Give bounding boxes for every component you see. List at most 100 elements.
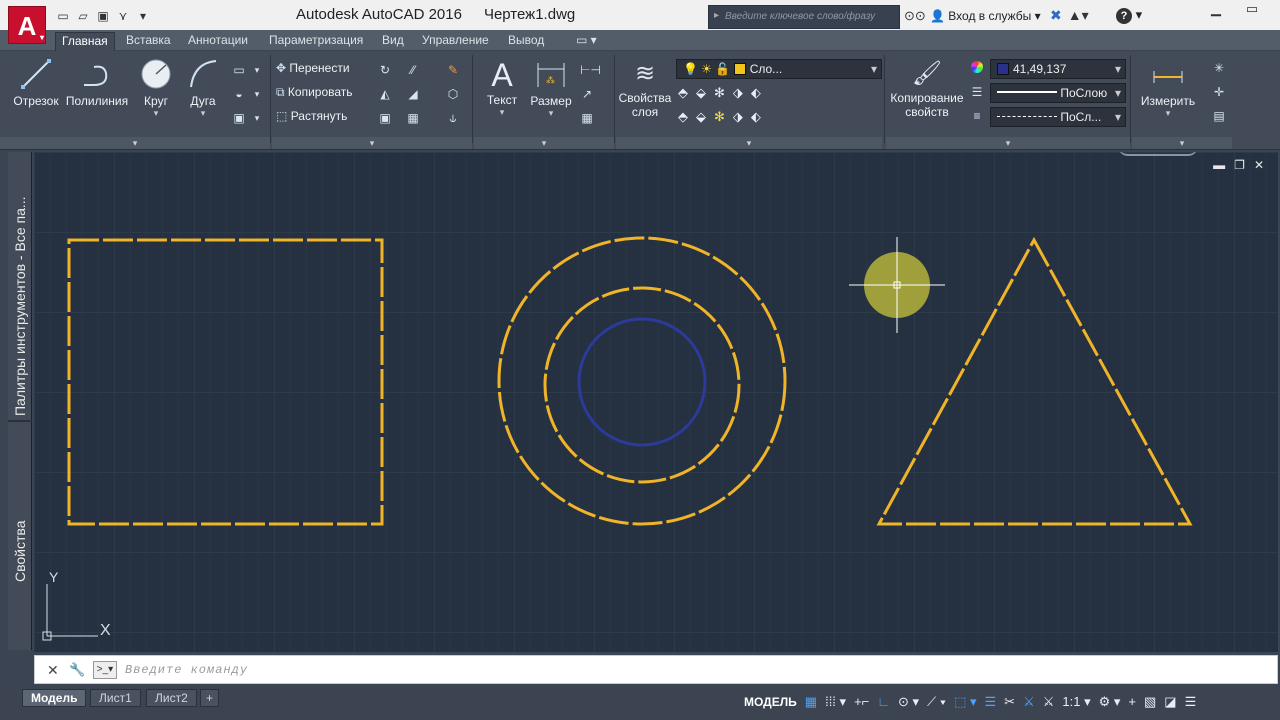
match-properties-button[interactable]: 🖌 Копирование свойств [886,57,968,119]
ortho-mode-icon[interactable]: ∟ [873,689,894,715]
array-icon[interactable]: ▦ [406,111,420,125]
layer-walk-icon[interactable]: ⬙ [696,109,706,125]
hardware-acceleration-icon[interactable]: ▧ [1140,689,1160,715]
share-icon[interactable]: ⋎ [116,9,130,23]
tab-model[interactable]: Модель [22,689,87,707]
point-icon[interactable]: ✛ [1212,85,1226,99]
rotate-icon[interactable]: ↻ [378,63,392,77]
layer-dropdown[interactable]: 💡 ☀ 🔓 Сло... [676,59,882,79]
leader-icon[interactable]: ↗ [580,87,594,101]
color-dropdown[interactable]: 41,49,137 [990,59,1126,79]
layer-merge-icon[interactable]: ⬖ [751,109,761,125]
tab-output[interactable]: Вывод [502,32,550,51]
circle-dropdown-icon[interactable]: ▾ [134,108,178,119]
move-button[interactable]: ✥ Перенести [276,61,350,75]
workspace-gear-icon[interactable]: ⚙ ▾ [1095,689,1125,715]
circle-button[interactable]: Круг ▾ [134,57,178,119]
region-icon[interactable]: ▣ [232,111,246,125]
layer-off-icon[interactable]: ⬘ [678,85,688,101]
stretch-button[interactable]: ⬚ Растянуть [276,109,347,123]
scale-icon[interactable]: ▣ [378,111,392,125]
lineweight-dropdown[interactable]: ПоСл... [990,107,1126,127]
tab-layout2[interactable]: Лист2 [146,689,197,707]
tab-view[interactable]: Вид [376,32,410,51]
polyline-button[interactable]: Полилиния [64,57,130,108]
quick-select-icon[interactable]: ✳ [1212,61,1226,75]
grid-display-icon[interactable]: ▦ [801,689,821,715]
linear-dim-icon[interactable]: ⊢⊣ [580,63,601,77]
viewport-minimize-icon[interactable]: ▬ [1213,158,1225,172]
rectangle-dropdown-icon[interactable]: ▾ [250,63,264,77]
polar-tracking-icon[interactable]: ⊙ ▾ [894,689,923,715]
save-icon[interactable]: ▣ [96,9,110,23]
open-icon[interactable]: ▱ [76,9,90,23]
layer-thaw-icon[interactable]: ✻ [714,109,725,125]
viewport-close-icon[interactable]: ✕ [1254,158,1264,172]
customization-menu-icon[interactable]: ☰ [1181,689,1201,715]
annotation-visibility-icon[interactable]: ⚔ [1019,689,1039,715]
signin-button[interactable]: 👤 Вход в службы ▾ [930,9,1041,23]
help-button[interactable]: ? ▾ [1116,7,1146,27]
autodesk-icon[interactable]: ▲▾ [1068,7,1089,24]
properties-panel-footer[interactable]: ▾ [886,137,1130,149]
calculator-icon[interactable]: ▤ [1212,109,1226,123]
fillet-icon[interactable]: ◢ [406,87,420,101]
isolate-objects-icon[interactable]: ◪ [1160,689,1180,715]
ribbon-options-icon[interactable]: ▭ ▾ [570,32,603,51]
tool-palettes-tab[interactable]: Палитры инструментов - Все па... [12,166,28,416]
layer-lock-icon[interactable]: ⬗ [733,85,743,101]
lineweight-toggle-icon[interactable]: ☰ [981,689,1001,715]
mirror-icon[interactable]: ◭ [378,87,392,101]
tab-insert[interactable]: Вставка [120,32,177,51]
layer-unlock-icon[interactable]: ⬗ [733,109,743,125]
selection-cycling-icon[interactable]: ✂ [1000,689,1019,715]
new-icon[interactable]: ▭ [56,9,70,23]
measure-button[interactable]: Измерить ▾ [1136,57,1200,119]
command-close-icon[interactable]: ✕ [47,662,59,679]
copy-button[interactable]: ⧉ Копировать [276,85,353,100]
explode-icon[interactable]: ⬡ [446,87,460,101]
viewport-restore-icon[interactable]: ❐ [1234,158,1245,172]
text-button[interactable]: A Текст ▾ [480,57,524,118]
exchange-icon[interactable]: ✖ [1050,7,1062,24]
object-snap-icon[interactable]: ⬚ ▾ [950,689,980,715]
dimension-dropdown-icon[interactable]: ▾ [528,108,574,119]
tab-home[interactable]: Главная [55,32,115,51]
table-icon[interactable]: ▦ [580,111,594,125]
model-space[interactable]: Y X [34,152,1278,652]
utilities-panel-footer[interactable]: ▾ [1132,137,1232,149]
annotation-panel-footer[interactable]: ▾ [474,137,614,149]
command-prompt-icon[interactable]: >_▾ [93,661,117,679]
text-dropdown-icon[interactable]: ▾ [480,107,524,118]
linetype-dropdown[interactable]: ПоСлою [990,83,1126,103]
properties-palette-tab[interactable]: Свойства [12,512,28,582]
tab-parametric[interactable]: Параметризация [263,32,369,51]
annotation-monitor-icon[interactable]: + [1124,689,1140,715]
command-input[interactable]: Введите команду [125,663,248,677]
minimize-button[interactable]: ▁ [1198,0,1234,18]
layer-isolate-icon[interactable]: ⬙ [696,85,706,101]
layer-current-icon[interactable]: ⬘ [678,109,688,125]
search-input[interactable]: Введите ключевое слово/фразу [708,5,900,29]
tab-annotate[interactable]: Аннотации [182,32,254,51]
customize-dropdown-icon[interactable]: ▾ [136,9,150,23]
infer-constraints-icon[interactable]: +⌐ [850,689,873,715]
tab-layout1[interactable]: Лист1 [90,689,141,707]
modify-panel-footer[interactable]: ▾ [272,137,472,149]
layer-match-icon[interactable]: ⬖ [751,85,761,101]
layer-properties-button[interactable]: ≋ Свойства слоя [616,57,674,119]
hatch-icon[interactable]: ◒ [232,87,246,101]
model-space-button[interactable]: МОДЕЛЬ [740,689,801,715]
arc-dropdown-icon[interactable]: ▾ [182,108,224,119]
rectangle-icon[interactable]: ▭ [232,63,246,77]
binoculars-icon[interactable]: ⊙⊙ [904,8,926,24]
tab-manage[interactable]: Управление [416,32,495,51]
add-layout-button[interactable]: + [200,689,220,707]
application-menu-button[interactable]: A ▾ [8,6,46,44]
restore-button[interactable]: ▭ [1234,0,1270,18]
isodraft-icon[interactable]: ⟋ ▾ [923,689,950,715]
command-settings-icon[interactable]: 🔧 [69,662,85,678]
line-button[interactable]: Отрезок [10,57,62,108]
arc-button[interactable]: Дуга ▾ [182,57,224,119]
auto-scale-icon[interactable]: ⚔ [1039,689,1059,715]
